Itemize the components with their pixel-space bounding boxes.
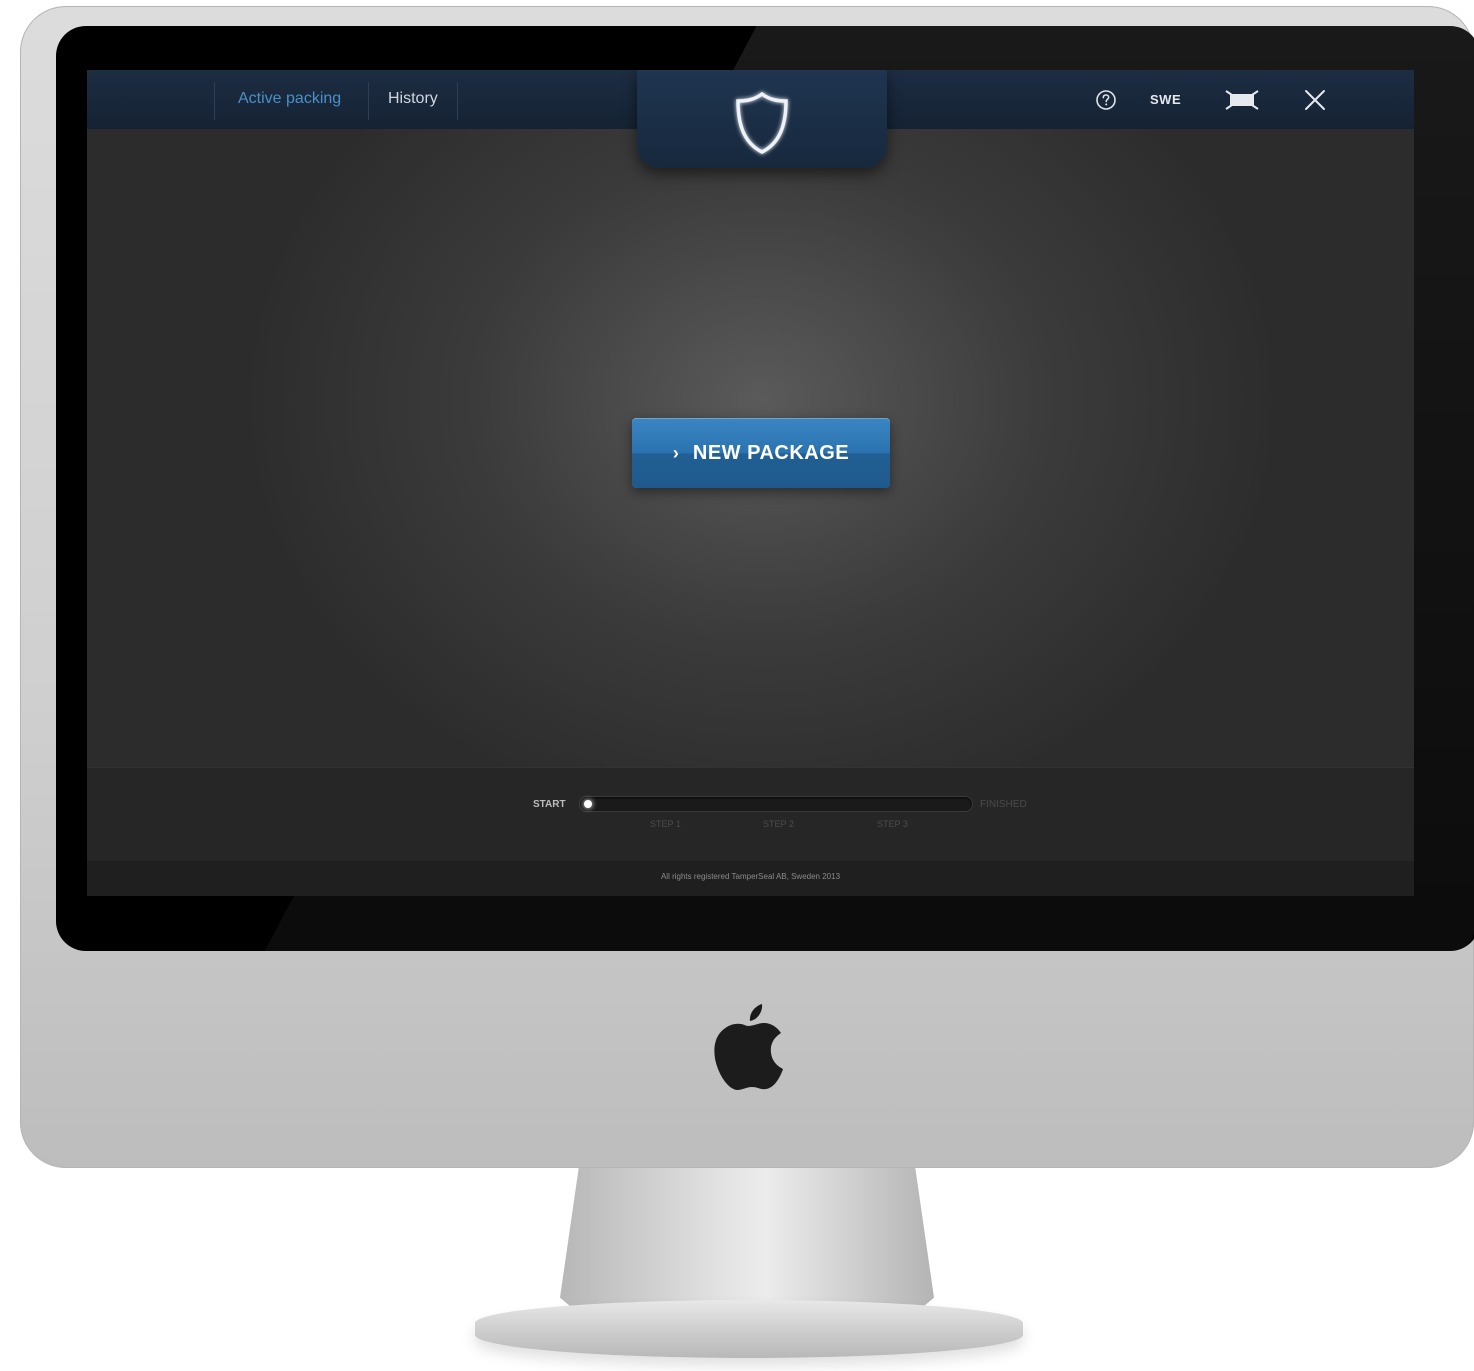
step-label: STEP 1 bbox=[650, 819, 681, 829]
step-label: STEP 2 bbox=[763, 819, 794, 829]
chevron-right-icon: › bbox=[672, 442, 679, 463]
shield-icon bbox=[736, 91, 788, 154]
new-package-button[interactable]: › NEW PACKAGE bbox=[632, 418, 890, 488]
nav-item-history[interactable]: History bbox=[388, 90, 438, 108]
start-label: START bbox=[533, 799, 566, 810]
close-icon bbox=[1305, 89, 1325, 110]
app-window: Active packing History SWE › NEW PACKAGE… bbox=[87, 70, 1414, 896]
nav-item-active-packing[interactable]: Active packing bbox=[238, 90, 341, 108]
nav-divider bbox=[368, 82, 369, 120]
nav-divider bbox=[457, 82, 458, 120]
help-button[interactable] bbox=[1095, 70, 1117, 129]
copyright-text: All rights registered TamperSeal AB, Swe… bbox=[660, 872, 841, 881]
maximize-button[interactable] bbox=[1225, 70, 1259, 129]
language-selector[interactable]: SWE bbox=[1150, 70, 1181, 129]
step-label: STEP 3 bbox=[877, 819, 908, 829]
progress-indicator bbox=[584, 800, 592, 808]
finished-label: FINISHED bbox=[980, 799, 1027, 810]
progress-panel: START FINISHED STEP 1 STEP 2 STEP 3 All … bbox=[87, 767, 1414, 896]
nav-divider bbox=[214, 82, 215, 120]
question-circle-icon bbox=[1096, 89, 1116, 110]
close-button[interactable] bbox=[1303, 70, 1327, 129]
imac-stand-base bbox=[475, 1300, 1023, 1358]
logo-tab bbox=[637, 70, 887, 168]
maximize-icon bbox=[1225, 89, 1259, 110]
apple-logo-icon bbox=[714, 1004, 783, 1090]
progress-track bbox=[580, 797, 972, 811]
new-package-label: NEW PACKAGE bbox=[692, 441, 850, 464]
